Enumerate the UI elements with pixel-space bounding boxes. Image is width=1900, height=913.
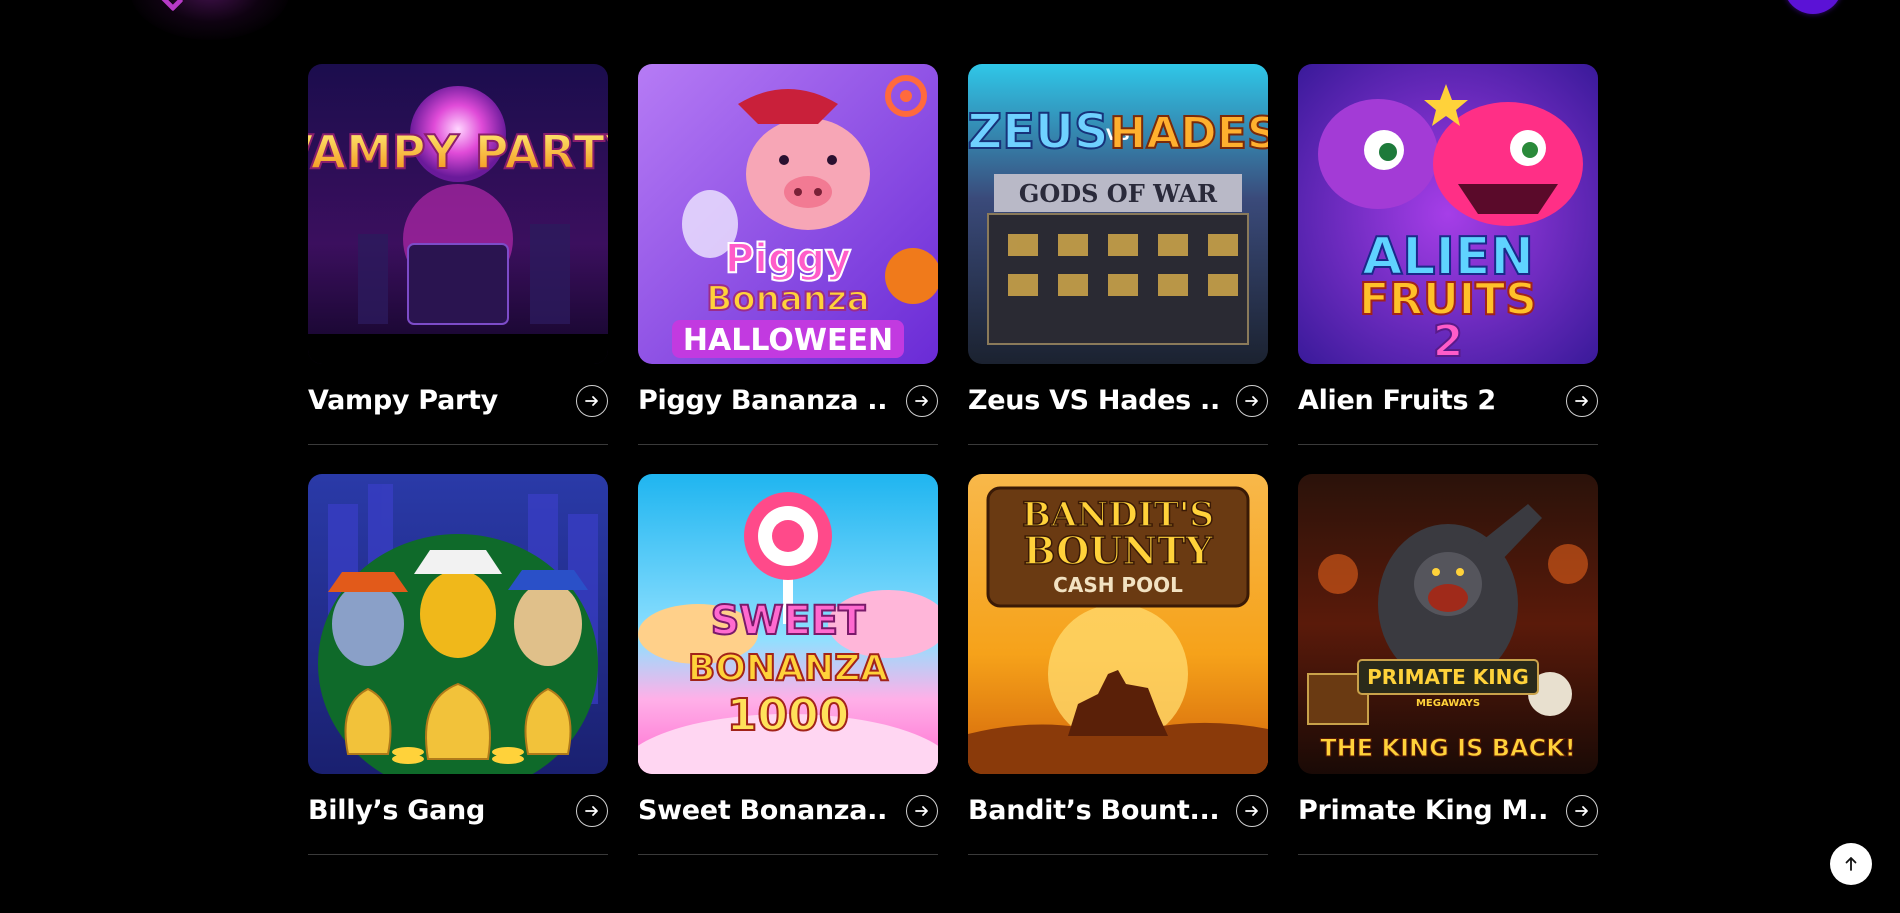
open-game-button[interactable] bbox=[906, 795, 938, 827]
scroll-to-top-button[interactable] bbox=[1830, 843, 1872, 885]
page: VAMPY PARTY Vampy Party bbox=[0, 0, 1900, 913]
game-title[interactable]: Vampy Party bbox=[308, 384, 558, 418]
two-logo-text: 2 bbox=[1433, 316, 1464, 364]
card-footer: Bandit’s Bount... bbox=[968, 774, 1268, 855]
card-footer: Vampy Party bbox=[308, 364, 608, 445]
game-thumbnail-primate-king[interactable]: PRIMATE KING MEGAWAYS THE KING IS BACK! bbox=[1298, 474, 1598, 774]
game-card[interactable]: GODS OF WAR ZEUS VS HADES Zeus VS Hades … bbox=[968, 64, 1268, 445]
game-thumbnail-piggy-bonanza[interactable]: Piggy Bonanza HALLOWEEN bbox=[638, 64, 938, 364]
game-thumbnail-billys-gang[interactable] bbox=[308, 474, 608, 774]
game-card[interactable]: PRIMATE KING MEGAWAYS THE KING IS BACK! … bbox=[1298, 474, 1598, 855]
piggy-bonanza-art: Piggy Bonanza HALLOWEEN bbox=[638, 64, 938, 364]
cash-pool-logo-text: CASH POOL bbox=[1053, 573, 1183, 597]
game-title[interactable]: Primate King M... bbox=[1298, 794, 1548, 828]
logo-glow bbox=[130, 0, 290, 40]
arrow-right-icon bbox=[585, 396, 598, 406]
king-is-back-text: THE KING IS BACK! bbox=[1320, 734, 1575, 762]
megaways-logo-text: MEGAWAYS bbox=[1416, 698, 1480, 709]
card-footer: Sweet Bonanza... bbox=[638, 774, 938, 855]
game-title[interactable]: Sweet Bonanza... bbox=[638, 794, 888, 828]
card-footer: Primate King M... bbox=[1298, 774, 1598, 855]
hades-text: HADES bbox=[1109, 108, 1268, 159]
piggy-logo-text: Piggy bbox=[725, 236, 851, 282]
vampy-party-art: VAMPY PARTY bbox=[308, 64, 608, 364]
game-card[interactable]: Billy’s Gang bbox=[308, 474, 608, 855]
arrow-right-icon bbox=[1575, 806, 1588, 816]
game-title[interactable]: Piggy Bananza ... bbox=[638, 384, 888, 418]
open-game-button[interactable] bbox=[576, 385, 608, 417]
bounty-logo-text: BOUNTY bbox=[1023, 528, 1213, 573]
game-title[interactable]: Bandit’s Bount... bbox=[968, 794, 1218, 828]
game-thumbnail-vampy-party[interactable]: VAMPY PARTY bbox=[308, 64, 608, 364]
arrow-right-icon bbox=[915, 396, 928, 406]
card-footer: Piggy Bananza ... bbox=[638, 364, 938, 445]
game-title[interactable]: Billy’s Gang bbox=[308, 794, 558, 828]
game-card[interactable]: SWEET BONANZA 1000 Sweet Bonanza... bbox=[638, 474, 938, 855]
game-card[interactable]: BANDIT'S BOUNTY CASH POOL Bandit’s Bount… bbox=[968, 474, 1268, 855]
game-card[interactable]: VAMPY PARTY Vampy Party bbox=[308, 64, 608, 445]
bandits-bounty-art: BANDIT'S BOUNTY CASH POOL bbox=[968, 474, 1268, 774]
logo-mark-icon bbox=[159, 0, 184, 12]
open-game-button[interactable] bbox=[906, 385, 938, 417]
game-card[interactable]: Piggy Bonanza HALLOWEEN Piggy Bananza ..… bbox=[638, 64, 938, 445]
game-thumbnail-alien-fruits-2[interactable]: ALIEN FRUITS 2 bbox=[1298, 64, 1598, 364]
game-title[interactable]: Alien Fruits 2 bbox=[1298, 384, 1548, 418]
alien-fruits-art: ALIEN FRUITS 2 bbox=[1298, 64, 1598, 364]
arrow-right-icon bbox=[915, 806, 928, 816]
primate-king-logo-text: PRIMATE KING bbox=[1367, 665, 1529, 689]
open-game-button[interactable] bbox=[1566, 795, 1598, 827]
thousand-logo-text: 1000 bbox=[727, 690, 849, 741]
game-title[interactable]: Zeus VS Hades ... bbox=[968, 384, 1218, 418]
arrow-right-icon bbox=[1245, 806, 1258, 816]
open-game-button[interactable] bbox=[1236, 385, 1268, 417]
user-avatar[interactable] bbox=[1784, 0, 1842, 14]
game-card[interactable]: ALIEN FRUITS 2 Alien Fruits 2 bbox=[1298, 64, 1598, 445]
zeus-vs-hades-art: GODS OF WAR ZEUS VS HADES bbox=[968, 64, 1268, 364]
gods-of-war-text: GODS OF WAR bbox=[1019, 179, 1218, 208]
card-footer: Alien Fruits 2 bbox=[1298, 364, 1598, 445]
game-thumbnail-zeus-vs-hades[interactable]: GODS OF WAR ZEUS VS HADES bbox=[968, 64, 1268, 364]
sweet-logo-text: SWEET bbox=[711, 598, 867, 644]
arrow-right-icon bbox=[1245, 396, 1258, 406]
game-thumbnail-sweet-bonanza[interactable]: SWEET BONANZA 1000 bbox=[638, 474, 938, 774]
game-thumbnail-bandits-bounty[interactable]: BANDIT'S BOUNTY CASH POOL bbox=[968, 474, 1268, 774]
open-game-button[interactable] bbox=[576, 795, 608, 827]
open-game-button[interactable] bbox=[1566, 385, 1598, 417]
arrow-right-icon bbox=[585, 806, 598, 816]
open-game-button[interactable] bbox=[1236, 795, 1268, 827]
sweet-bonanza-art: SWEET BONANZA 1000 bbox=[638, 474, 938, 774]
primate-king-art: PRIMATE KING MEGAWAYS THE KING IS BACK! bbox=[1298, 474, 1598, 774]
vampy-party-logo-text: VAMPY PARTY bbox=[308, 125, 608, 179]
arrow-up-icon bbox=[1845, 857, 1857, 871]
halloween-logo-text: HALLOWEEN bbox=[683, 323, 893, 358]
bonanza-logo-text: Bonanza bbox=[706, 279, 869, 319]
zeus-text: ZEUS bbox=[968, 104, 1109, 160]
card-footer: Zeus VS Hades ... bbox=[968, 364, 1268, 445]
card-footer: Billy’s Gang bbox=[308, 774, 608, 855]
bonanza-logo-text: BONANZA bbox=[688, 648, 888, 689]
billys-gang-art bbox=[308, 474, 608, 774]
arrow-right-icon bbox=[1575, 396, 1588, 406]
game-grid: VAMPY PARTY Vampy Party bbox=[308, 64, 1598, 855]
